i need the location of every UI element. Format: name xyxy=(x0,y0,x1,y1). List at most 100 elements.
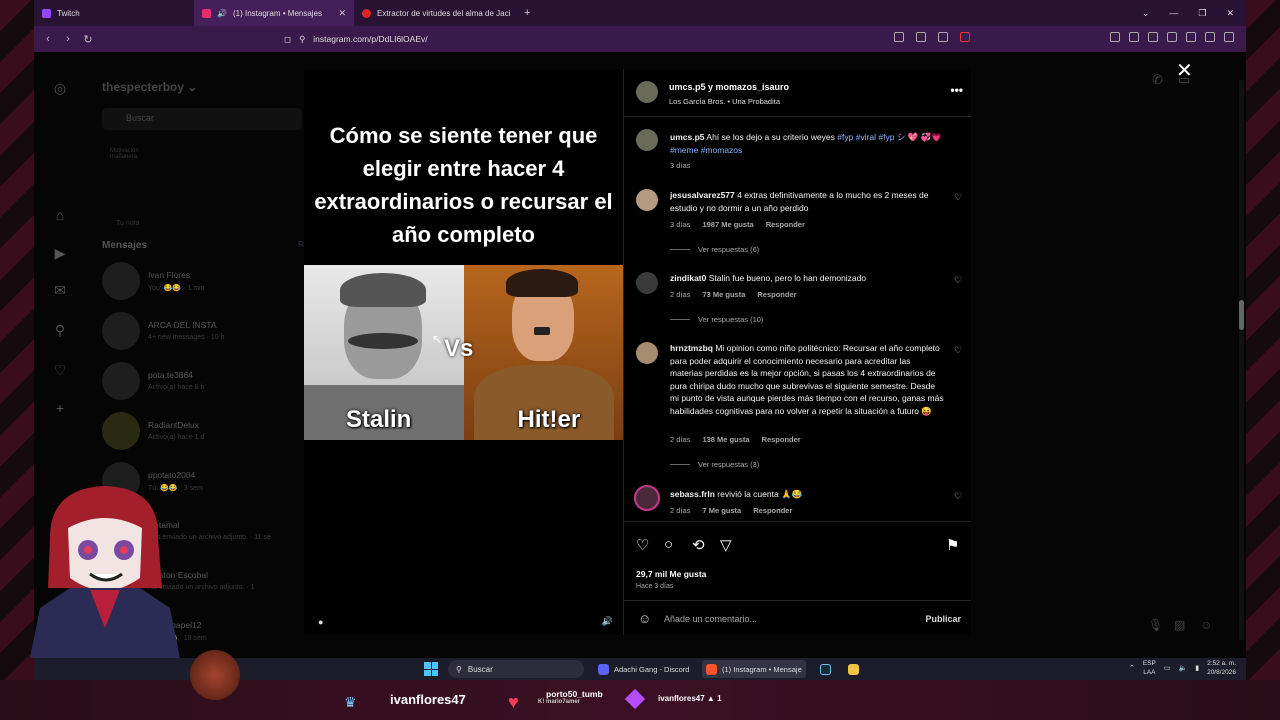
zoom-icon[interactable] xyxy=(894,32,904,42)
reply-button[interactable]: Responder xyxy=(753,506,792,515)
comment-likes[interactable]: 138 Me gusta xyxy=(702,435,749,444)
like-comment-icon[interactable]: ♡ xyxy=(954,491,962,502)
battery-icon[interactable]: ▮ xyxy=(1195,664,1199,672)
sticker-icon[interactable]: ☺ xyxy=(1200,618,1212,632)
view-replies-button[interactable]: Ver respuestas (6) xyxy=(670,245,759,254)
requests-link[interactable]: R xyxy=(298,240,304,249)
cast-icon[interactable] xyxy=(916,32,926,42)
warning-icon[interactable] xyxy=(960,32,970,42)
network-icon[interactable]: ▭ xyxy=(1164,664,1171,672)
caption-hashtags[interactable]: #fyp #viral #fyp シ xyxy=(837,132,905,142)
view-replies-button[interactable]: Ver respuestas (10) xyxy=(670,315,763,324)
commenter-avatar[interactable] xyxy=(636,189,658,211)
volume-icon[interactable]: 🔈 xyxy=(1179,664,1188,672)
wallet-icon[interactable] xyxy=(1167,32,1177,42)
site-info-icon[interactable]: ⚲ xyxy=(299,34,305,45)
comment-likes[interactable]: 7 Me gusta xyxy=(702,506,741,515)
forward-icon[interactable]: › xyxy=(58,33,78,45)
sidebar-icon[interactable] xyxy=(1148,32,1158,42)
home-icon[interactable]: ⌂ xyxy=(52,207,68,223)
shield-icon[interactable] xyxy=(938,32,948,42)
maximize-icon[interactable]: ❐ xyxy=(1198,8,1206,19)
like-comment-icon[interactable]: ♡ xyxy=(954,275,962,286)
download-icon[interactable] xyxy=(1129,32,1139,42)
search-input[interactable]: Buscar xyxy=(102,108,302,130)
comment-icon[interactable]: ○ xyxy=(664,536,673,553)
caption-username[interactable]: umcs.p5 xyxy=(670,132,705,142)
comment-username[interactable]: hrnztmzbq xyxy=(670,343,713,353)
create-icon[interactable]: + xyxy=(52,400,68,416)
taskbar-app-browser[interactable]: (1) Instagram • Mensaje xyxy=(702,660,806,678)
account-switcher[interactable]: thespecterboy ⌄ xyxy=(102,80,197,94)
conversation-item[interactable]: ARCA DEL INSTA 4+ new messages · 10 h xyxy=(102,312,322,352)
note-bubble[interactable]: Motivación mañanera xyxy=(110,148,160,160)
reply-button[interactable]: Responder xyxy=(766,220,805,229)
page-scrollbar[interactable] xyxy=(1239,80,1244,640)
chevron-up-icon[interactable]: ⌃ xyxy=(1129,664,1135,672)
view-replies-button[interactable]: Ver respuestas (3) xyxy=(670,460,759,469)
comment-input[interactable]: Añade un comentario... xyxy=(664,614,757,624)
comment-likes[interactable]: 73 Me gusta xyxy=(702,290,745,299)
conversation-item[interactable]: RadiantDelux Activo(a) hace 1 d xyxy=(102,412,322,452)
caption-hashtags[interactable]: #meme #momazos xyxy=(670,145,742,155)
url-field[interactable]: ◻ ⚲ instagram.com/p/DdLI6lOAEv/ xyxy=(284,31,984,47)
post-audio[interactable]: Los García Bros. • Una Probadita xyxy=(669,97,780,106)
conversation-item[interactable]: pota.te3864 Activo(a) hace 8 h xyxy=(102,362,322,402)
microphone-icon[interactable]: 🎙 xyxy=(1148,618,1163,632)
reply-button[interactable]: Responder xyxy=(757,290,796,299)
close-tab-icon[interactable]: ✕ xyxy=(338,8,346,19)
tab-extractor[interactable]: Extractor de virtudes del alma de Jaci xyxy=(354,0,514,26)
like-comment-icon[interactable]: ♡ xyxy=(954,192,962,203)
bookmark-icon[interactable]: ◻ xyxy=(284,34,291,45)
volume-icon[interactable]: 🔊 xyxy=(602,616,613,627)
taskbar-search[interactable]: ⚲ Buscar xyxy=(448,660,584,678)
commenter-avatar[interactable] xyxy=(636,342,658,364)
caption-avatar[interactable] xyxy=(636,129,658,151)
vpn-icon[interactable] xyxy=(1205,32,1215,42)
image-icon[interactable]: ▨ xyxy=(1174,618,1185,632)
like-comment-icon[interactable]: ♡ xyxy=(954,345,962,356)
chevron-down-icon[interactable]: ⌄ xyxy=(1142,8,1150,19)
reload-icon[interactable]: ↻ xyxy=(78,33,98,46)
minimize-icon[interactable]: — xyxy=(1169,8,1178,19)
likes-count[interactable]: 29,7 mil Me gusta xyxy=(636,569,706,579)
like-icon[interactable]: ♡ xyxy=(636,536,649,554)
comment-username[interactable]: zindikat0 xyxy=(670,273,706,283)
comment-likes[interactable]: 1987 Me gusta xyxy=(702,220,753,229)
publish-button[interactable]: Publicar xyxy=(925,614,961,624)
conversation-item[interactable]: Ivan Flores You: 😂😂 · 1 min xyxy=(102,262,322,302)
extension-icon[interactable] xyxy=(1110,32,1120,42)
new-tab-button[interactable]: + xyxy=(514,7,540,19)
user-tag-icon[interactable]: ● xyxy=(318,617,323,627)
messages-icon[interactable]: ✉ xyxy=(52,282,68,298)
comment-username[interactable]: sebass.frln xyxy=(670,489,715,499)
commenter-avatar[interactable] xyxy=(636,272,658,294)
language-indicator[interactable]: ESP LAA xyxy=(1143,659,1156,677)
commenter-avatar[interactable] xyxy=(634,485,660,511)
windows-start-icon[interactable] xyxy=(424,662,438,676)
search-icon[interactable]: ⚲ xyxy=(52,322,68,338)
notifications-icon[interactable]: ♡ xyxy=(52,362,68,378)
save-icon[interactable]: ⚑ xyxy=(946,536,959,554)
speaker-icon[interactable]: 🔊 xyxy=(217,9,227,18)
close-window-icon[interactable]: ✕ xyxy=(1226,8,1234,19)
taskbar-app-steam[interactable] xyxy=(816,660,835,678)
tab-instagram[interactable]: 🔊 (1) Instagram • Mensajes ✕ xyxy=(194,0,354,26)
reels-icon[interactable]: ▶ xyxy=(52,245,68,261)
more-options-icon[interactable]: ••• xyxy=(950,83,963,97)
emoji-icon[interactable]: ☺ xyxy=(638,611,651,626)
comment-username[interactable]: jesusalvarez577 xyxy=(670,190,735,200)
repost-icon[interactable]: ⟲ xyxy=(692,536,705,554)
taskbar-app-explorer[interactable] xyxy=(844,660,863,678)
back-icon[interactable]: ‹ xyxy=(38,33,58,45)
menu-icon[interactable] xyxy=(1224,32,1234,42)
author-avatar[interactable] xyxy=(636,81,658,103)
phone-icon[interactable]: ✆ xyxy=(1152,72,1163,88)
post-authors[interactable]: umcs.p5 y momazos_isauro xyxy=(669,82,789,92)
tab-twitch[interactable]: Twitch xyxy=(34,0,194,26)
close-post-icon[interactable]: ✕ xyxy=(1176,58,1193,83)
reply-button[interactable]: Responder xyxy=(762,435,801,444)
copilot-icon[interactable] xyxy=(1186,32,1196,42)
instagram-logo-icon[interactable]: ◎ xyxy=(52,80,68,96)
scrollbar-thumb[interactable] xyxy=(1239,300,1244,330)
